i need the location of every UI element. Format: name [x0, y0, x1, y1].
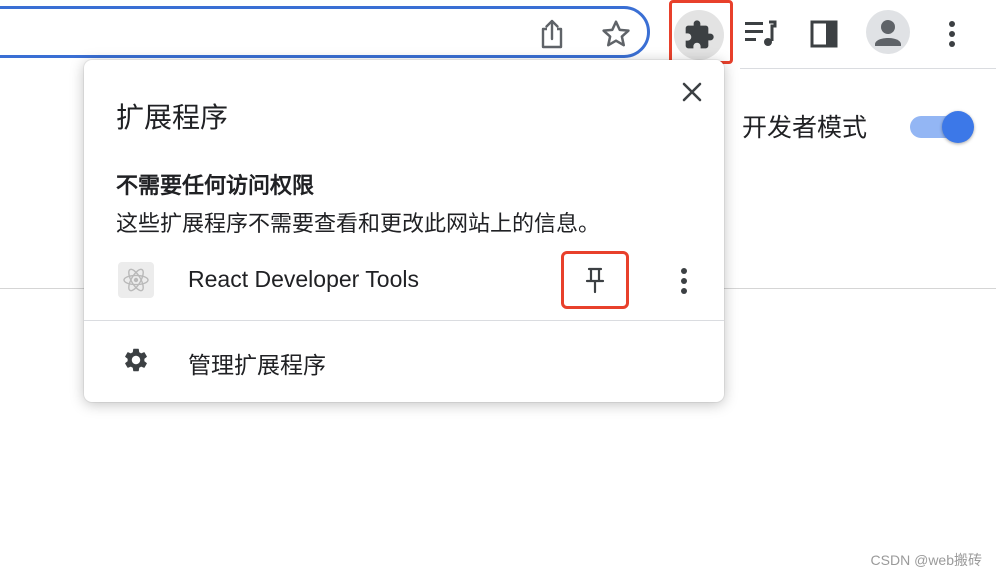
section-description: 这些扩展程序不需要查看和更改此网站上的信息。 [116, 211, 601, 236]
manage-extensions-label: 管理扩展程序 [188, 352, 326, 378]
close-icon[interactable] [676, 76, 708, 108]
more-vert-icon[interactable] [936, 14, 968, 54]
extensions-button-highlight [669, 0, 733, 64]
popup-title: 扩展程序 [116, 102, 229, 133]
playlist-icon[interactable] [740, 14, 780, 54]
person-icon[interactable] [866, 10, 910, 54]
popup-divider [84, 320, 724, 321]
dev-mode-label: 开发者模式 [742, 114, 868, 142]
star-icon[interactable] [598, 14, 634, 54]
share-icon[interactable] [534, 14, 570, 54]
pin-icon[interactable] [561, 251, 629, 309]
manage-extensions-item[interactable]: 管理扩展程序 [84, 330, 724, 392]
extension-name: React Developer Tools [188, 266, 419, 292]
dev-mode-toggle[interactable] [910, 111, 974, 143]
side-panel-icon[interactable] [804, 14, 844, 54]
react-icon [118, 262, 154, 298]
more-vert-icon[interactable] [668, 264, 700, 298]
watermark: CSDN @web搬砖 [870, 552, 982, 568]
toggle-knob [942, 111, 974, 143]
extensions-popup: 扩展程序 不需要任何访问权限 这些扩展程序不需要查看和更改此网站上的信息。 Re… [84, 60, 724, 402]
gear-icon [122, 346, 150, 374]
extension-item[interactable]: React Developer Tools [84, 250, 724, 310]
section-heading: 不需要任何访问权限 [116, 173, 315, 198]
toolbar-divider [740, 68, 996, 69]
